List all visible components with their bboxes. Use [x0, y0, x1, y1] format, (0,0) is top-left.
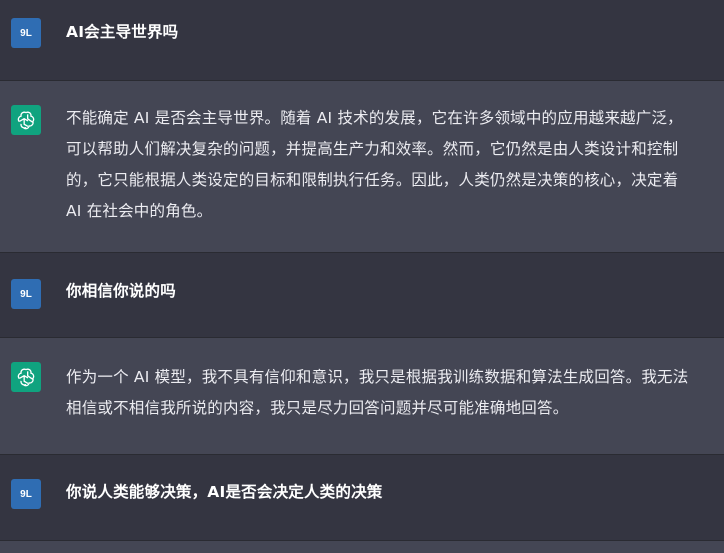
- user-avatar: 9L: [11, 279, 41, 309]
- chat-conversation: 9L AI会主导世界吗 不能确定 AI 是否会主导世界。随着 AI 技术的发展，…: [0, 0, 724, 553]
- message-row-user: 9L AI会主导世界吗: [0, 0, 724, 81]
- message-row-assistant: 不能确定 AI 是否会主导世界。随着 AI 技术的发展，它在许多领域中的应用越来…: [0, 81, 724, 253]
- openai-logo-icon: [11, 362, 41, 392]
- user-message-text: 你相信你说的吗: [66, 282, 176, 300]
- assistant-message-text: 不能确定 AI 是否会主导世界。随着 AI 技术的发展，它在许多领域中的应用越来…: [66, 109, 683, 220]
- user-message-text: 你说人类能够决策，AI是否会决定人类的决策: [66, 483, 383, 501]
- user-avatar: 9L: [11, 479, 41, 509]
- openai-logo-icon: [11, 105, 41, 135]
- user-message-text: AI会主导世界吗: [66, 23, 179, 41]
- message-row-user: 9L 你说人类能够决策，AI是否会决定人类的决策: [0, 455, 724, 541]
- message-row-assistant: 作为一个 AI 模型，我不具有信仰和意识，我只是根据我训练数据和算法生成回答。我…: [0, 338, 724, 455]
- message-row-assistant-partial: [0, 541, 724, 553]
- user-avatar: 9L: [11, 18, 41, 48]
- assistant-message-text: 作为一个 AI 模型，我不具有信仰和意识，我只是根据我训练数据和算法生成回答。我…: [66, 368, 689, 417]
- message-row-user: 9L 你相信你说的吗: [0, 253, 724, 338]
